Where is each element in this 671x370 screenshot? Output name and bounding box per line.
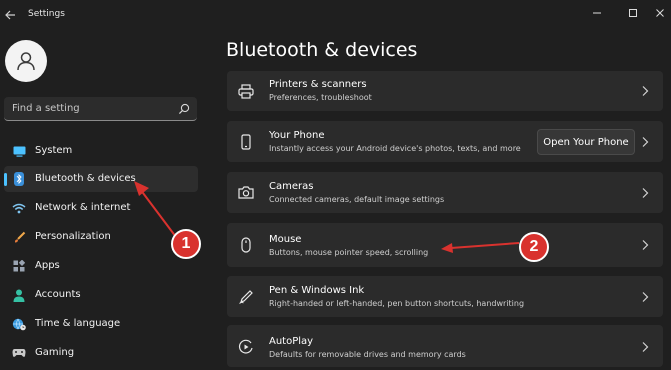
autoplay-icon	[237, 338, 255, 356]
search-input[interactable]: Find a setting	[4, 97, 197, 121]
chevron-right-icon	[642, 240, 649, 250]
close-button[interactable]	[641, 0, 671, 26]
card-title: Cameras	[269, 181, 314, 192]
card-subtitle: Connected cameras, default image setting…	[269, 195, 445, 204]
sidebar-item-label: System	[35, 145, 73, 156]
card-title: Your Phone	[269, 130, 325, 141]
sidebar-item-personalization[interactable]: Personalization	[4, 224, 198, 250]
camera-icon	[237, 183, 255, 201]
sidebar-item-label: Time & language	[35, 318, 121, 329]
user-icon	[17, 52, 35, 71]
card-mouse[interactable]: Mouse Buttons, mouse pointer speed, scro…	[227, 223, 663, 267]
chevron-right-icon	[642, 86, 649, 96]
card-autoplay[interactable]: AutoPlay Defaults for removable drives a…	[227, 325, 663, 367]
annotation-badge-1: 1	[171, 229, 201, 259]
chevron-right-icon	[642, 342, 649, 352]
card-subtitle: Instantly access your Android device's p…	[269, 144, 521, 153]
minimize-button[interactable]	[578, 0, 616, 26]
sidebar-item-network[interactable]: Network & internet	[4, 195, 198, 221]
selection-indicator	[4, 173, 7, 186]
printer-icon	[237, 82, 255, 100]
avatar[interactable]	[5, 40, 47, 82]
search-placeholder: Find a setting	[12, 103, 80, 114]
sidebar-item-label: Network & internet	[35, 202, 131, 213]
brush-icon	[12, 230, 26, 244]
sidebar-item-label: Apps	[35, 260, 60, 271]
card-cameras[interactable]: Cameras Connected cameras, default image…	[227, 172, 663, 213]
search-icon[interactable]	[177, 102, 191, 116]
card-subtitle: Right-handed or left-handed, pen button …	[269, 299, 525, 308]
sidebar-item-bluetooth[interactable]: Bluetooth & devices	[4, 166, 198, 192]
close-icon	[656, 9, 664, 17]
card-title: Mouse	[269, 234, 302, 245]
pen-icon	[237, 288, 255, 306]
monitor-icon	[12, 144, 26, 158]
sidebar-item-label: Personalization	[35, 231, 111, 242]
maximize-icon	[629, 9, 637, 17]
chevron-right-icon	[642, 292, 649, 302]
card-pen-windows-ink[interactable]: Pen & Windows Ink Right-handed or left-h…	[227, 276, 663, 317]
controller-icon	[12, 346, 26, 360]
card-your-phone[interactable]: Your Phone Instantly access your Android…	[227, 121, 663, 162]
sidebar-item-label: Bluetooth & devices	[35, 173, 136, 184]
chevron-right-icon	[642, 137, 649, 147]
sidebar-item-label: Accounts	[35, 289, 81, 300]
card-subtitle: Defaults for removable drives and memory…	[269, 350, 466, 359]
card-printers-scanners[interactable]: Printers & scanners Preferences, trouble…	[227, 71, 663, 111]
sidebar-item-accounts[interactable]: Accounts	[4, 282, 198, 308]
title-bar: Settings	[0, 0, 671, 30]
app-title: Settings	[28, 9, 65, 19]
minimize-icon	[593, 12, 601, 14]
sidebar-item-time-language[interactable]: Time & language	[4, 311, 198, 337]
card-title: Pen & Windows Ink	[269, 285, 365, 296]
bluetooth-icon	[12, 172, 26, 186]
sidebar-item-gaming[interactable]: Gaming	[4, 340, 198, 366]
page-title: Bluetooth & devices	[226, 39, 418, 61]
globe-clock-icon	[12, 317, 26, 331]
wifi-icon	[12, 201, 26, 215]
sidebar-item-system[interactable]: System	[4, 138, 198, 164]
card-title: AutoPlay	[269, 336, 314, 347]
back-button[interactable]	[0, 0, 20, 30]
card-subtitle: Preferences, troubleshoot	[269, 93, 372, 102]
phone-icon	[237, 133, 255, 151]
annotation-badge-2: 2	[519, 232, 549, 262]
card-subtitle: Buttons, mouse pointer speed, scrolling	[269, 248, 429, 257]
sidebar-item-apps[interactable]: Apps	[4, 253, 198, 279]
sidebar-item-label: Gaming	[35, 347, 75, 358]
person-icon	[12, 288, 26, 302]
chevron-right-icon	[642, 188, 649, 198]
open-your-phone-button[interactable]: Open Your Phone	[537, 129, 635, 155]
apps-icon	[12, 259, 26, 273]
mouse-icon	[237, 236, 255, 254]
back-arrow-icon	[4, 10, 15, 20]
card-title: Printers & scanners	[269, 79, 367, 90]
